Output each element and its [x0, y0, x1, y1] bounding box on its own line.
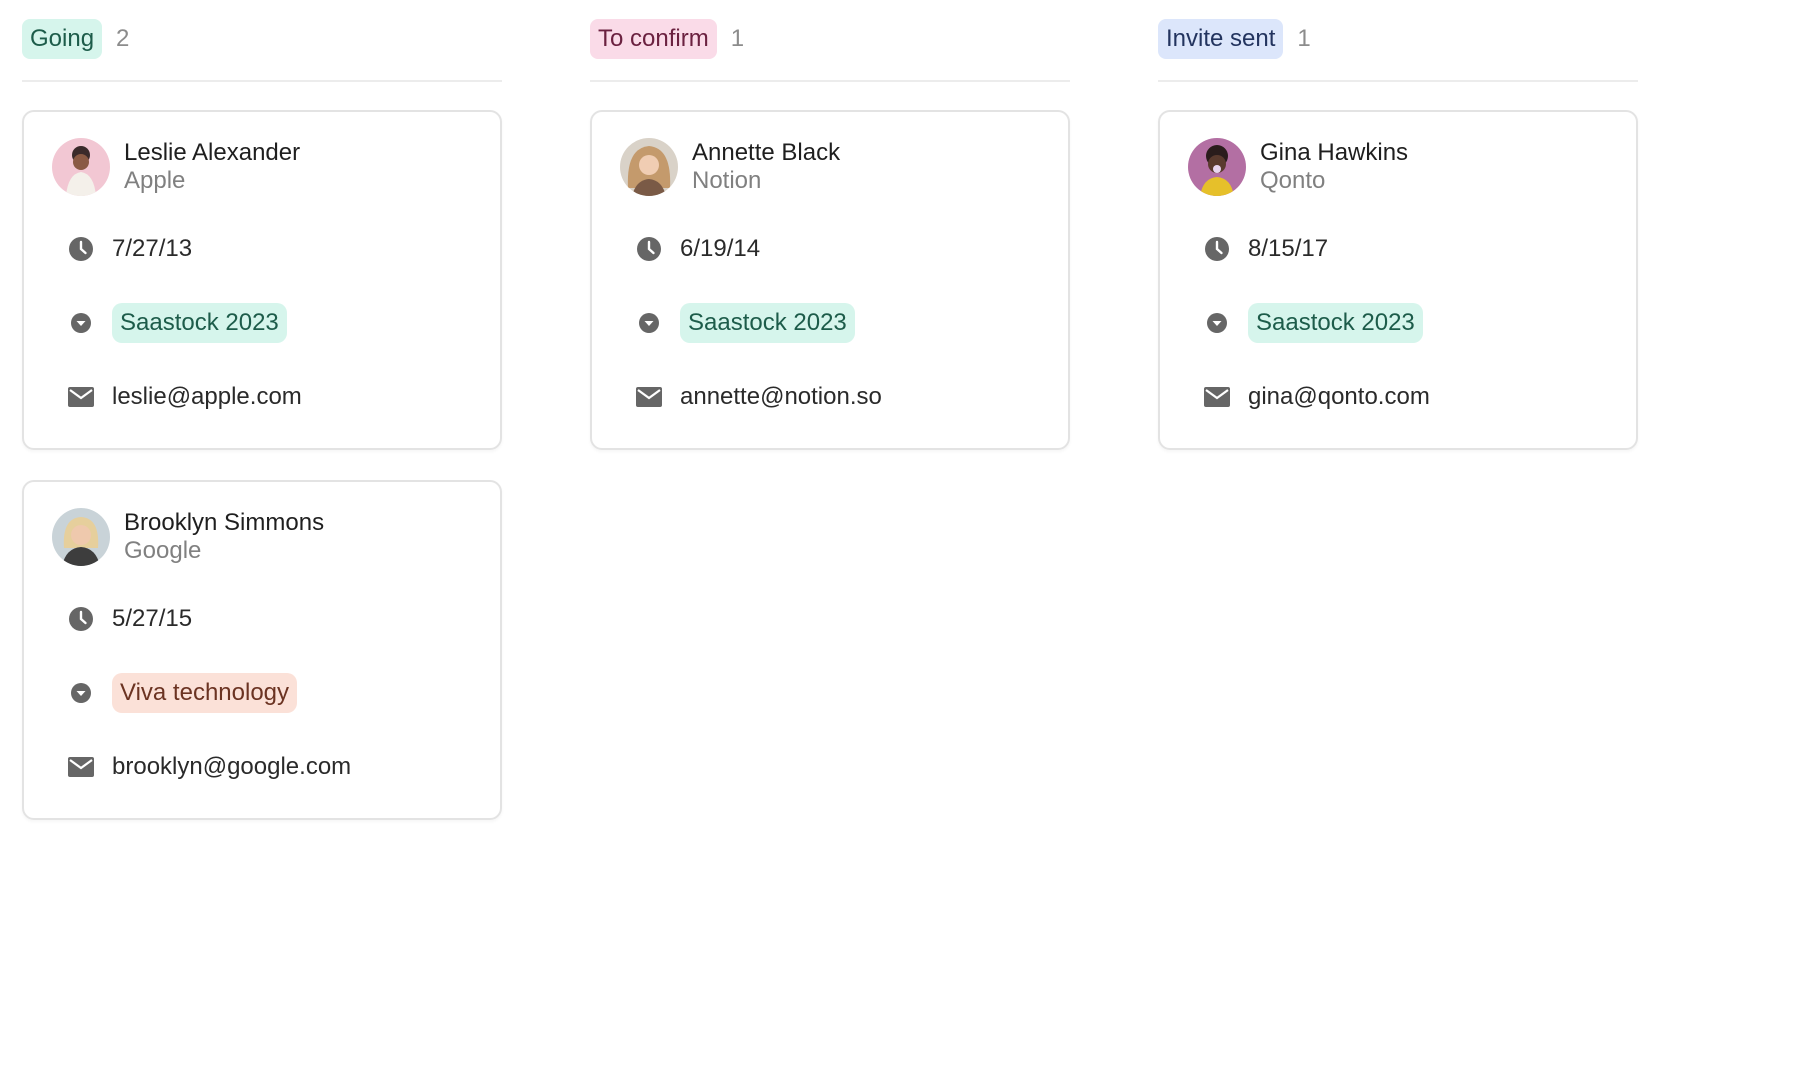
event-field: Viva technology [52, 672, 472, 714]
clock-icon [636, 236, 662, 262]
clock-icon [68, 606, 94, 632]
email-field: brooklyn@google.com [52, 746, 472, 788]
person-header: Brooklyn Simmons Google [52, 508, 472, 566]
contact-company: Google [124, 537, 202, 564]
contact-card[interactable]: Brooklyn Simmons Google 5/27/15 Viva tec… [22, 480, 502, 820]
clock-icon [1204, 236, 1230, 262]
date-field: 7/27/13 [52, 228, 472, 270]
event-field: Saastock 2023 [52, 302, 472, 344]
date-value: 7/27/13 [112, 235, 193, 262]
column-invite-sent: Invite sent 1 Gina Hawkins Qonto 8/15/17… [1158, 18, 1638, 850]
column-header: Invite sent 1 [1158, 18, 1638, 82]
avatar [52, 138, 110, 196]
envelope-icon [636, 384, 662, 410]
column-to-confirm: To confirm 1 Annette Black Notion 6/19/1… [590, 18, 1070, 850]
event-field: Saastock 2023 [1188, 302, 1608, 344]
contact-card[interactable]: Leslie Alexander Apple 7/27/13 Saastock … [22, 110, 502, 450]
status-pill-going[interactable]: Going [22, 19, 103, 59]
envelope-icon [68, 754, 94, 780]
chevron-down-circle-icon [1204, 310, 1230, 336]
email-value[interactable]: leslie@apple.com [112, 383, 302, 411]
column-header: Going 2 [22, 18, 502, 82]
event-tag[interactable]: Saastock 2023 [1248, 303, 1423, 343]
contact-name: Brooklyn Simmons [124, 509, 325, 536]
event-tag[interactable]: Saastock 2023 [112, 303, 287, 343]
column-count: 1 [730, 25, 745, 52]
avatar [52, 508, 110, 566]
date-value: 5/27/15 [112, 605, 193, 632]
person-header: Gina Hawkins Qonto [1188, 138, 1608, 196]
contact-company: Notion [692, 167, 762, 194]
status-pill-to-confirm[interactable]: To confirm [590, 19, 717, 59]
envelope-icon [68, 384, 94, 410]
contact-name: Gina Hawkins [1260, 139, 1409, 166]
email-value[interactable]: brooklyn@google.com [112, 753, 351, 781]
date-field: 8/15/17 [1188, 228, 1608, 270]
envelope-icon [1204, 384, 1230, 410]
status-pill-invite-sent[interactable]: Invite sent [1158, 19, 1284, 59]
avatar [620, 138, 678, 196]
email-field: leslie@apple.com [52, 376, 472, 418]
contact-name: Annette Black [692, 139, 841, 166]
column-count: 2 [116, 25, 130, 52]
event-tag[interactable]: Saastock 2023 [680, 303, 855, 343]
email-field: gina@qonto.com [1188, 376, 1608, 418]
person-header: Annette Black Notion [620, 138, 1040, 196]
contact-name: Leslie Alexander [124, 139, 301, 166]
kanban-board: Going 2 Leslie Alexander Apple 7/27/13 S… [22, 18, 1638, 850]
email-value[interactable]: gina@qonto.com [1248, 383, 1430, 411]
column-header: To confirm 1 [590, 18, 1070, 82]
chevron-down-circle-icon [636, 310, 662, 336]
clock-icon [68, 236, 94, 262]
contact-card[interactable]: Gina Hawkins Qonto 8/15/17 Saastock 2023 [1158, 110, 1638, 450]
date-value: 8/15/17 [1248, 235, 1329, 262]
date-value: 6/19/14 [680, 235, 761, 262]
date-field: 5/27/15 [52, 598, 472, 640]
column-going: Going 2 Leslie Alexander Apple 7/27/13 S… [22, 18, 502, 850]
column-count: 1 [1297, 25, 1311, 52]
contact-card[interactable]: Annette Black Notion 6/19/14 Saastock 20… [590, 110, 1070, 450]
date-field: 6/19/14 [620, 228, 1040, 270]
event-field: Saastock 2023 [620, 302, 1040, 344]
avatar [1188, 138, 1246, 196]
chevron-down-circle-icon [68, 310, 94, 336]
contact-company: Qonto [1260, 167, 1326, 194]
email-field: annette@notion.so [620, 376, 1040, 418]
person-header: Leslie Alexander Apple [52, 138, 472, 196]
email-value[interactable]: annette@notion.so [680, 383, 882, 411]
chevron-down-circle-icon [68, 680, 94, 706]
event-tag[interactable]: Viva technology [112, 673, 298, 713]
contact-company: Apple [124, 167, 186, 194]
